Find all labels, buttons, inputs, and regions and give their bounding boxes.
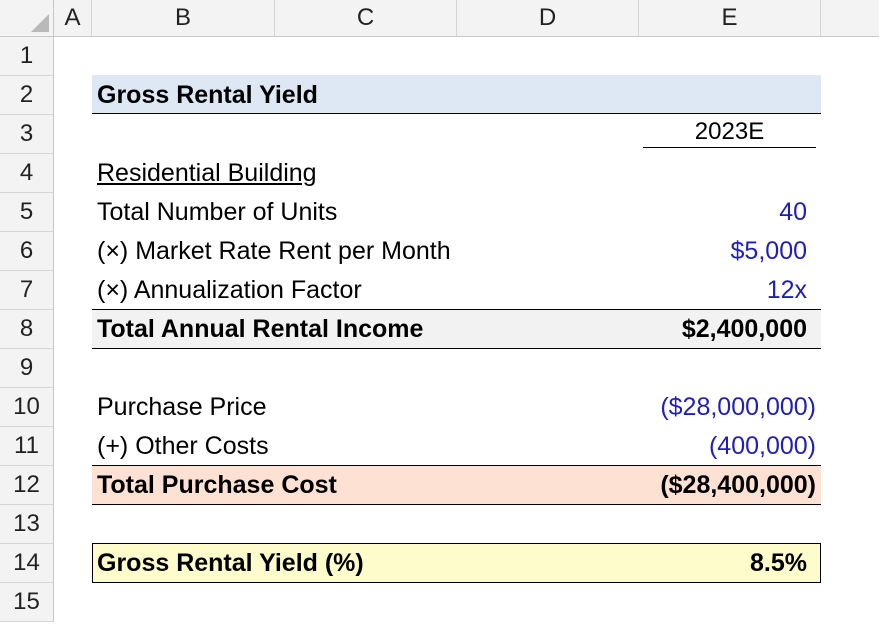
income-value-cell[interactable]: $2,400,000	[682, 310, 807, 349]
factor-value-cell[interactable]: 12x	[767, 271, 807, 310]
table-title[interactable]: Gross Rental Yield	[97, 76, 318, 115]
cost-label-cell[interactable]: Total Purchase Cost	[97, 466, 337, 505]
row-header-7[interactable]: 7	[0, 271, 54, 310]
income-label-cell[interactable]: Total Annual Rental Income	[97, 310, 423, 349]
row-header-12[interactable]: 12	[0, 466, 54, 505]
row-header-1[interactable]: 1	[0, 37, 54, 76]
row-header-8[interactable]: 8	[0, 310, 54, 349]
year-header-cell[interactable]: 2023E	[643, 114, 816, 148]
column-header-a[interactable]: A	[54, 0, 92, 37]
row-header-10[interactable]: 10	[0, 388, 54, 427]
row-header-5[interactable]: 5	[0, 193, 54, 232]
column-header-b[interactable]: B	[92, 0, 275, 37]
row-header-9[interactable]: 9	[0, 349, 54, 388]
column-header-d[interactable]: D	[457, 0, 639, 37]
other-costs-label-cell[interactable]: (+) Other Costs	[97, 427, 269, 466]
yield-label-cell[interactable]: Gross Rental Yield (%)	[97, 544, 364, 583]
other-costs-value-cell[interactable]: (400,000)	[709, 427, 816, 466]
yield-value-cell[interactable]: 8.5%	[750, 544, 807, 583]
row-header-11[interactable]: 11	[0, 427, 54, 466]
column-header-f-partial[interactable]	[821, 0, 879, 37]
price-label-cell[interactable]: Purchase Price	[97, 388, 267, 427]
row-header-4[interactable]: 4	[0, 154, 54, 193]
select-all-triangle-icon	[31, 14, 49, 32]
row-header-3[interactable]: 3	[0, 115, 54, 154]
cost-value-cell[interactable]: ($28,400,000)	[660, 466, 816, 505]
units-value-cell[interactable]: 40	[779, 193, 807, 232]
row-header-13[interactable]: 13	[0, 505, 54, 544]
rent-label-cell[interactable]: (×) Market Rate Rent per Month	[97, 232, 451, 271]
row-header-6[interactable]: 6	[0, 232, 54, 271]
column-header-c[interactable]: C	[275, 0, 457, 37]
section-label-cell[interactable]: Residential Building	[97, 154, 317, 193]
factor-label-cell[interactable]: (×) Annualization Factor	[97, 271, 362, 310]
spreadsheet-grid: A B C D E 1 2 3 4 5 6 7 8 9 10 11 12 13 …	[0, 0, 879, 631]
row-header-15[interactable]: 15	[0, 583, 54, 622]
select-all-corner[interactable]	[0, 0, 54, 37]
rent-value-cell[interactable]: $5,000	[731, 232, 807, 271]
row-header-14[interactable]: 14	[0, 544, 54, 583]
price-value-cell[interactable]: ($28,000,000)	[660, 388, 816, 427]
column-header-e[interactable]: E	[639, 0, 821, 37]
row-header-2[interactable]: 2	[0, 76, 54, 115]
units-label-cell[interactable]: Total Number of Units	[97, 193, 337, 232]
